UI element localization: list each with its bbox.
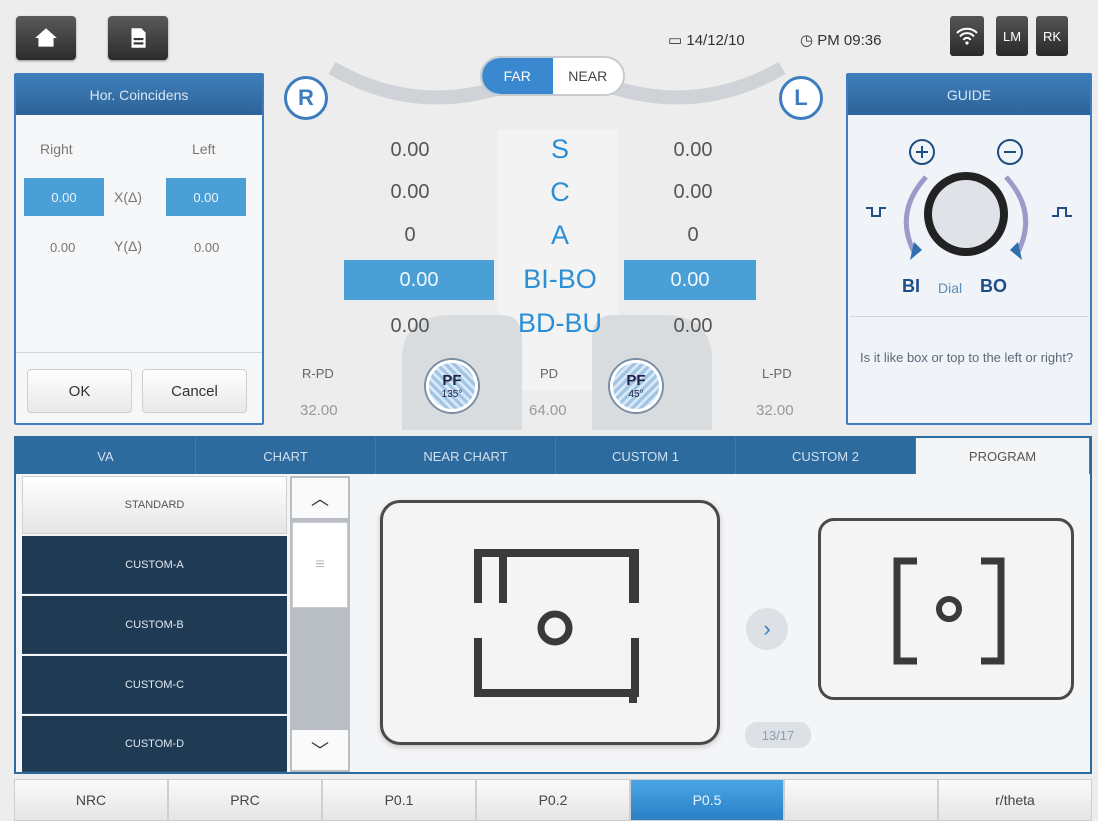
list-item-custom-d[interactable]: CUSTOM-D bbox=[22, 716, 287, 772]
l-pd-value: 32.00 bbox=[756, 402, 794, 419]
dial-label: Dial bbox=[938, 280, 963, 296]
sphere-label: S bbox=[550, 134, 569, 164]
pf-left-badge[interactable]: PF 45° bbox=[610, 360, 662, 412]
empty-button[interactable] bbox=[784, 779, 938, 821]
right-c-value[interactable]: 0.00 bbox=[360, 181, 460, 204]
guide-title: GUIDE bbox=[848, 75, 1090, 115]
list-item-custom-b[interactable]: CUSTOM-B bbox=[22, 596, 287, 654]
x-right-field[interactable]: 0.00 bbox=[24, 178, 104, 216]
r-pd-value: 32.00 bbox=[300, 402, 338, 419]
dial-graphic bbox=[866, 139, 1072, 260]
pf-left-label: PF bbox=[626, 372, 646, 389]
cancel-button[interactable]: Cancel bbox=[142, 369, 247, 413]
ok-button[interactable]: OK bbox=[27, 369, 132, 413]
pd-value: 64.00 bbox=[529, 402, 567, 419]
divider bbox=[16, 352, 262, 353]
chevron-up-icon: ︿ bbox=[311, 489, 329, 509]
nrc-button[interactable]: NRC bbox=[14, 779, 168, 821]
cylinder-label: C bbox=[550, 177, 570, 207]
guide-divider bbox=[850, 316, 1088, 317]
left-c-value[interactable]: 0.00 bbox=[643, 181, 743, 204]
tab-program[interactable]: PROGRAM bbox=[916, 438, 1090, 474]
left-label: Left bbox=[192, 141, 216, 157]
tab-custom-2[interactable]: CUSTOM 2 bbox=[736, 438, 916, 474]
far-option[interactable]: FAR bbox=[482, 58, 553, 94]
grip-icon: ≡ bbox=[315, 556, 325, 573]
axis-label: A bbox=[550, 220, 569, 250]
date-text: 14/12/10 bbox=[686, 32, 745, 49]
pf-right-angle: 135° bbox=[441, 389, 463, 400]
document-icon bbox=[131, 28, 146, 48]
bi-label: BI bbox=[902, 276, 920, 296]
tab-custom-1[interactable]: CUSTOM 1 bbox=[556, 438, 736, 474]
wifi-icon bbox=[956, 27, 978, 45]
y-label: Y(Δ) bbox=[114, 238, 143, 254]
right-label: Right bbox=[40, 141, 73, 157]
list-item-standard[interactable]: STANDARD bbox=[22, 476, 287, 534]
current-chart-preview[interactable] bbox=[380, 500, 720, 745]
home-icon bbox=[35, 28, 57, 47]
scrollbar-track[interactable] bbox=[290, 476, 350, 772]
x-label: X(Δ) bbox=[114, 189, 143, 205]
pf-right-badge[interactable]: PF 135° bbox=[426, 360, 478, 412]
date-display: ▭ 14/12/10 bbox=[668, 31, 745, 49]
prc-button[interactable]: PRC bbox=[168, 779, 322, 821]
p05-button[interactable]: P0.5 bbox=[630, 779, 784, 821]
right-bibo-value[interactable]: 0.00 bbox=[344, 260, 494, 300]
r-pd-label: R-PD bbox=[302, 366, 334, 381]
bdbu-label: BD-BU bbox=[517, 308, 602, 338]
right-a-value[interactable]: 0 bbox=[360, 224, 460, 247]
chevron-right-icon: › bbox=[763, 616, 771, 641]
time-text: PM 09:36 bbox=[817, 32, 882, 49]
tab-va[interactable]: VA bbox=[16, 438, 196, 474]
p02-button[interactable]: P0.2 bbox=[476, 779, 630, 821]
time-display: ◷ PM 09:36 bbox=[800, 31, 881, 49]
guide-question: Is it like box or top to the left or rig… bbox=[860, 350, 1074, 365]
right-bdbu-value[interactable]: 0.00 bbox=[360, 315, 460, 338]
home-button[interactable] bbox=[16, 16, 76, 60]
next-chart-preview[interactable] bbox=[818, 518, 1074, 700]
pf-right-label: PF bbox=[442, 372, 462, 389]
left-a-value[interactable]: 0 bbox=[643, 224, 743, 247]
bibo-label: BI-BO bbox=[523, 264, 597, 294]
tab-near-chart[interactable]: NEAR CHART bbox=[376, 438, 556, 474]
far-near-toggle[interactable]: FAR NEAR bbox=[480, 56, 625, 96]
scroll-down-button[interactable]: ﹀ bbox=[292, 730, 348, 770]
left-eye-badge: L bbox=[779, 76, 823, 120]
list-item-custom-a[interactable]: CUSTOM-A bbox=[22, 536, 287, 594]
bracket-target-small-icon bbox=[893, 557, 1005, 665]
list-item-custom-c[interactable]: CUSTOM-C bbox=[22, 656, 287, 714]
right-s-value[interactable]: 0.00 bbox=[360, 139, 460, 162]
left-s-value[interactable]: 0.00 bbox=[643, 139, 743, 162]
near-option[interactable]: NEAR bbox=[553, 58, 624, 94]
page-indicator: 13/17 bbox=[745, 722, 811, 748]
tab-chart[interactable]: CHART bbox=[196, 438, 376, 474]
y-right-value: 0.00 bbox=[50, 240, 76, 255]
right-eye-badge: R bbox=[284, 76, 328, 120]
document-button[interactable] bbox=[108, 16, 168, 60]
panel-title: Hor. Coincidens bbox=[16, 75, 262, 115]
calendar-icon: ▭ bbox=[668, 32, 683, 49]
p01-button[interactable]: P0.1 bbox=[322, 779, 476, 821]
lm-button[interactable]: LM bbox=[996, 16, 1028, 56]
bo-label: BO bbox=[980, 276, 1007, 296]
next-chart-button[interactable]: › bbox=[746, 608, 788, 650]
chevron-down-icon: ﹀ bbox=[311, 741, 329, 761]
r-theta-button[interactable]: r/theta bbox=[938, 779, 1092, 821]
scroll-up-button[interactable]: ︿ bbox=[292, 478, 348, 518]
clock-icon: ◷ bbox=[800, 32, 814, 49]
x-left-field[interactable]: 0.00 bbox=[166, 178, 246, 216]
wifi-button[interactable] bbox=[950, 16, 984, 56]
l-pd-label: L-PD bbox=[762, 366, 792, 381]
left-bibo-value[interactable]: 0.00 bbox=[624, 260, 756, 300]
pd-label: PD bbox=[540, 366, 559, 381]
bracket-target-icon bbox=[474, 549, 639, 703]
pf-left-angle: 45° bbox=[628, 389, 644, 400]
rk-button[interactable]: RK bbox=[1036, 16, 1068, 56]
left-bdbu-value[interactable]: 0.00 bbox=[643, 315, 743, 338]
scroll-thumb[interactable]: ≡ bbox=[292, 522, 348, 608]
y-left-value: 0.00 bbox=[194, 240, 220, 255]
